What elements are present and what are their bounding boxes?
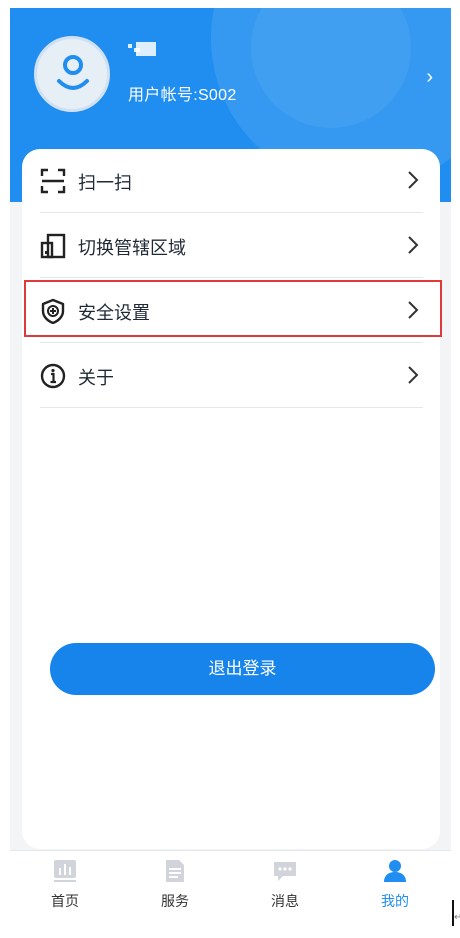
logout-button[interactable]: 退出登录 (50, 643, 435, 695)
line-break-mark: ↵ (454, 912, 460, 923)
tab-label: 我的 (381, 893, 409, 909)
chart-icon (54, 860, 76, 882)
tab-label: 首页 (51, 893, 79, 909)
avatar-user-icon (57, 55, 89, 90)
app-screen: 用户帐号:S002 › 扫一扫 切换管辖区域 安全设置 关于 退出登录 首页 服… (10, 8, 451, 930)
menu-item-label: 扫一扫 (78, 173, 132, 193)
chevron-right-icon (408, 171, 419, 189)
message-icon (274, 862, 296, 881)
user-account-id: 用户帐号:S002 (128, 87, 237, 104)
menu-item-label: 安全设置 (78, 303, 150, 323)
tab-label: 服务 (161, 893, 189, 909)
menu-item-switch-area[interactable]: 切换管辖区域 (40, 214, 423, 278)
switch-area-icon (40, 233, 66, 259)
tab-home[interactable]: 首页 (10, 851, 120, 930)
scan-icon (40, 168, 66, 194)
avatar[interactable] (34, 36, 110, 112)
menu-item-label: 切换管辖区域 (78, 238, 186, 258)
user-icon (384, 860, 406, 882)
tab-mine[interactable]: 我的 (340, 851, 450, 930)
shield-plus-icon (41, 298, 65, 324)
tab-label: 消息 (271, 893, 299, 909)
tab-messages[interactable]: 消息 (230, 851, 340, 930)
menu-item-scan[interactable]: 扫一扫 (40, 149, 423, 213)
chevron-right-icon[interactable]: › (426, 66, 433, 89)
menu-card: 扫一扫 切换管辖区域 安全设置 关于 退出登录 (22, 149, 440, 849)
chevron-right-icon (408, 236, 419, 254)
document-icon (166, 860, 184, 882)
menu-item-about[interactable]: 关于 (40, 344, 423, 408)
info-icon (40, 363, 66, 389)
chevron-right-icon (408, 301, 419, 319)
menu-item-security-settings[interactable]: 安全设置 (40, 279, 423, 343)
bottom-tab-bar: 首页 服务 消息 我的 (10, 850, 451, 930)
user-name-redacted (128, 42, 158, 58)
tab-services[interactable]: 服务 (120, 851, 230, 930)
menu-item-label: 关于 (78, 368, 114, 388)
chevron-right-icon (408, 366, 419, 384)
